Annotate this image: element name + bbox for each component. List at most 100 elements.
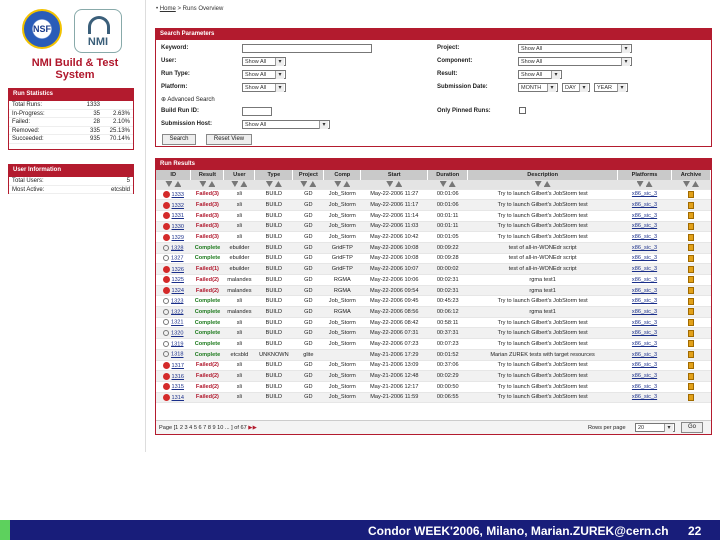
column-header[interactable]: Type [254, 170, 294, 180]
archive-icon[interactable] [687, 393, 694, 401]
platform-link[interactable]: x86_sic_3 [632, 202, 657, 208]
result-cell[interactable]: Failed(3) [190, 221, 224, 233]
archive-icon[interactable] [687, 254, 694, 262]
archive-icon[interactable] [687, 308, 694, 316]
run-id-link[interactable]: 1320 [171, 331, 183, 337]
breadcrumb-home-link[interactable]: Home [160, 6, 176, 12]
platform-link[interactable]: x86_sic_3 [632, 245, 657, 251]
day-select[interactable]: DAY [562, 83, 590, 92]
run-id-link[interactable]: 1332 [172, 203, 184, 209]
run-id-link[interactable]: 1333 [172, 192, 184, 198]
column-header[interactable]: Result [190, 170, 225, 180]
column-header[interactable]: Comp [323, 170, 362, 180]
sort-asc-icon[interactable] [448, 181, 456, 187]
run-id-link[interactable]: 1326 [172, 267, 184, 273]
run-id-link[interactable]: 1331 [172, 213, 184, 219]
run-id-link[interactable]: 1327 [171, 256, 183, 262]
sort-asc-icon[interactable] [240, 181, 248, 187]
run-id-link[interactable]: 1321 [171, 320, 183, 326]
platform-link[interactable]: x86_sic_3 [632, 223, 657, 229]
run-id-link[interactable]: 1330 [172, 224, 184, 230]
archive-icon[interactable] [687, 276, 694, 284]
year-select[interactable]: YEAR [594, 83, 628, 92]
platform-link[interactable]: x86_sic_3 [632, 213, 657, 219]
run-id-link[interactable]: 1318 [171, 352, 183, 358]
platform-link[interactable]: x86_sic_3 [632, 394, 657, 400]
run-id-link[interactable]: 1323 [171, 298, 183, 304]
result-cell[interactable]: Complete [190, 242, 224, 254]
archive-icon[interactable] [687, 383, 694, 391]
result-cell[interactable]: Failed(2) [190, 285, 224, 297]
column-header[interactable]: ID [156, 170, 192, 180]
archive-icon[interactable] [687, 190, 694, 198]
sort-asc-icon[interactable] [309, 181, 317, 187]
archive-icon[interactable] [687, 297, 694, 305]
sort-asc-icon[interactable] [274, 181, 282, 187]
column-header[interactable]: Project [292, 170, 325, 180]
platform-select[interactable]: Show All [242, 83, 286, 92]
archive-icon[interactable] [687, 287, 694, 295]
platform-link[interactable]: x86_sic_3 [632, 309, 657, 315]
run-id-link[interactable]: 1322 [171, 309, 183, 315]
run-id-link[interactable]: 1328 [171, 245, 183, 251]
column-header[interactable]: Description [467, 170, 619, 180]
archive-icon[interactable] [687, 329, 694, 337]
platform-link[interactable]: x86_sic_3 [632, 255, 657, 261]
runtype-select[interactable]: Show All [242, 70, 286, 79]
column-header[interactable]: Start [360, 170, 429, 180]
sort-asc-icon[interactable] [343, 181, 351, 187]
result-cell[interactable]: Complete [190, 306, 224, 318]
sort-asc-icon[interactable] [174, 181, 182, 187]
archive-icon[interactable] [687, 222, 694, 230]
archive-icon[interactable] [687, 244, 694, 252]
platform-link[interactable]: x86_sic_3 [632, 191, 657, 197]
result-select[interactable]: Show All [518, 70, 562, 79]
keyword-input[interactable] [242, 44, 372, 53]
result-cell[interactable]: Failed(3) [190, 210, 224, 222]
result-cell[interactable]: Failed(2) [190, 360, 224, 372]
sort-asc-icon[interactable] [208, 181, 216, 187]
archive-icon[interactable] [687, 340, 694, 348]
sort-desc-icon[interactable] [386, 181, 394, 187]
result-cell[interactable]: Complete [190, 349, 224, 361]
platform-link[interactable]: x86_sic_3 [632, 341, 657, 347]
run-id-link[interactable]: 1329 [172, 235, 184, 241]
result-cell[interactable]: Complete [190, 327, 224, 340]
column-header[interactable]: Duration [427, 170, 469, 180]
platform-link[interactable]: x86_sic_3 [632, 298, 657, 304]
run-id-link[interactable]: 1315 [172, 384, 184, 390]
platform-link[interactable]: x86_sic_3 [632, 362, 657, 368]
archive-icon[interactable] [687, 233, 694, 241]
advanced-search-toggle[interactable]: ⊕ Advanced Search [161, 96, 215, 103]
platform-link[interactable]: x86_sic_3 [632, 384, 657, 390]
result-cell[interactable]: Complete [190, 253, 224, 265]
project-select[interactable]: Show All [518, 44, 632, 53]
run-id-link[interactable]: 1319 [171, 341, 183, 347]
column-header[interactable]: User [223, 170, 256, 180]
user-select[interactable]: Show All [242, 57, 286, 66]
platform-link[interactable]: x86_sic_3 [632, 373, 657, 379]
reset-view-button[interactable]: Reset View [206, 134, 252, 145]
archive-icon[interactable] [687, 201, 694, 209]
platform-link[interactable]: x86_sic_3 [632, 266, 657, 272]
platform-link[interactable]: x86_sic_3 [632, 352, 657, 358]
result-cell[interactable]: Failed(1) [190, 263, 224, 275]
column-header[interactable]: Archive [671, 170, 712, 180]
go-button[interactable]: Go [681, 422, 703, 433]
sort-desc-icon[interactable] [534, 181, 542, 187]
platform-link[interactable]: x86_sic_3 [632, 330, 657, 336]
result-cell[interactable]: Failed(2) [190, 392, 224, 404]
result-cell[interactable]: Complete [190, 317, 224, 329]
sort-asc-icon[interactable] [395, 181, 403, 187]
archive-icon[interactable] [687, 265, 694, 273]
result-cell[interactable]: Failed(3) [190, 231, 224, 243]
column-header[interactable]: Platforms [617, 170, 672, 180]
month-select[interactable]: MONTH [518, 83, 558, 92]
component-select[interactable]: Show All [518, 57, 632, 66]
archive-icon[interactable] [687, 319, 694, 327]
sort-desc-icon[interactable] [199, 181, 207, 187]
result-cell[interactable]: Failed(3) [190, 189, 224, 201]
pager-next-icon[interactable]: ▶▶ [248, 425, 257, 431]
sort-desc-icon[interactable] [636, 181, 644, 187]
sort-desc-icon[interactable] [165, 181, 173, 187]
